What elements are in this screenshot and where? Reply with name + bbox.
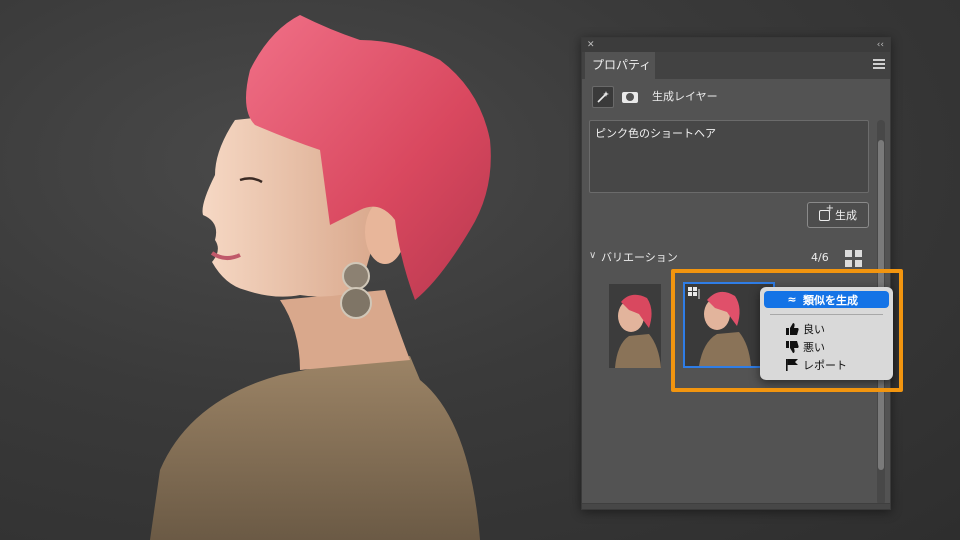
prompt-input[interactable]: ピンク色のショートヘア — [589, 120, 869, 193]
generate-button[interactable]: 生成 — [807, 202, 869, 228]
variation-image — [609, 284, 661, 368]
properties-panel: ✕ ‹‹ プロパティ 生成レイヤー ピンク色のショートヘア 生成 ∨ バリエーシ… — [581, 37, 891, 510]
generate-icon — [819, 203, 834, 221]
menu-item-report[interactable]: レポート — [764, 356, 889, 373]
close-icon[interactable]: ✕ — [587, 38, 595, 52]
menu-divider — [770, 314, 883, 315]
generate-button-label: 生成 — [835, 209, 857, 222]
variations-header: ∨ バリエーション 4/6 — [589, 248, 869, 268]
thumbs-up-icon — [784, 322, 800, 335]
menu-item-bad[interactable]: 悪い — [764, 338, 889, 355]
menu-item-label: レポート — [803, 358, 847, 372]
thumbs-down-icon — [784, 340, 800, 353]
panel-tab-bar: プロパティ — [582, 52, 890, 79]
panel-bottom-edge — [582, 503, 890, 509]
generative-layer-button[interactable] — [592, 86, 614, 108]
layer-type-row: 生成レイヤー — [592, 86, 872, 108]
hamburger-menu-icon[interactable] — [873, 59, 885, 71]
history-icon — [688, 287, 700, 299]
variation-context-menu: ≈ 類似を生成 良い 悪い レポート — [760, 287, 893, 380]
menu-item-generate-similar[interactable]: ≈ 類似を生成 — [764, 291, 889, 308]
variation-thumbnail-1[interactable] — [609, 284, 661, 368]
panel-title-bar: ✕ ‹‹ — [582, 38, 890, 52]
menu-item-label: 良い — [803, 322, 825, 336]
variations-count: 4/6 — [811, 251, 829, 264]
chevron-down-icon[interactable]: ∨ — [589, 250, 596, 261]
mask-icon — [622, 91, 638, 103]
menu-item-label: 悪い — [803, 340, 825, 354]
menu-item-good[interactable]: 良い — [764, 320, 889, 337]
layer-type-label: 生成レイヤー — [652, 90, 718, 103]
variations-title: バリエーション — [601, 251, 678, 264]
tab-properties[interactable]: プロパティ — [585, 52, 655, 79]
magic-wand-icon — [597, 91, 609, 103]
approx-equal-icon: ≈ — [787, 293, 797, 306]
mask-button[interactable] — [619, 86, 641, 108]
menu-item-label: 類似を生成 — [803, 293, 858, 307]
flag-icon — [784, 358, 800, 371]
grid-view-icon[interactable] — [845, 250, 862, 267]
collapse-panel-icon[interactable]: ‹‹ — [877, 38, 884, 52]
